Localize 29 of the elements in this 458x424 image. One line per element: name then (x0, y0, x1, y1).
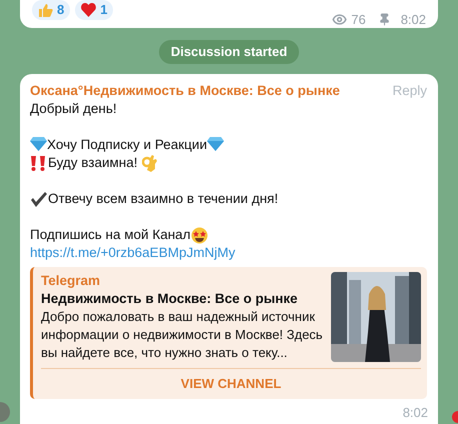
message-text: Хочу Подписку и Реакции (47, 137, 207, 152)
post-time: 8:02 (400, 11, 426, 29)
double-exclamation-icon (30, 156, 46, 170)
preview-description: Добро пожаловать в ваш надежный источник информации о недвижимости в Москве! Здесь вы найдете все, что нужно знать о теку... (41, 308, 324, 362)
pin-icon (378, 13, 391, 26)
reply-button[interactable]: Reply (392, 82, 427, 100)
message-text: Буду взаимна! (48, 154, 138, 172)
reaction-button[interactable]: 1 (75, 0, 114, 20)
preview-title: Недвижимость в Москве: Все о рынке (41, 290, 299, 308)
channel-link[interactable]: https://t.me/+0rzb6aEBMpJmNjMy (30, 245, 236, 260)
preview-site: Telegram (41, 272, 102, 290)
diamond-icon (30, 137, 47, 151)
message-text: Отвечу всем взаимно в течении дня! (48, 190, 278, 208)
comment-time: 8:02 (402, 404, 428, 422)
heart-icon (81, 3, 96, 17)
author-name: Оксана°Недвижимость в Москве: Все о рынке (30, 82, 340, 100)
reaction-button[interactable]: 8 (32, 0, 70, 20)
view-count: 76 (351, 11, 366, 29)
check-mark-icon (30, 192, 47, 206)
diamond-icon (207, 137, 224, 151)
view-channel-button[interactable]: VIEW CHANNEL (41, 369, 421, 399)
views-icon (332, 12, 348, 28)
ok-hand-icon (142, 154, 156, 172)
star-eyes-face-icon (190, 226, 208, 244)
message-text: Подпишись на мой Канал (30, 226, 191, 244)
service-message: Discussion started (158, 40, 300, 64)
message-text: Добрый день! (30, 101, 117, 116)
thumbs-up-icon (38, 2, 53, 18)
reaction-icon (452, 411, 458, 423)
